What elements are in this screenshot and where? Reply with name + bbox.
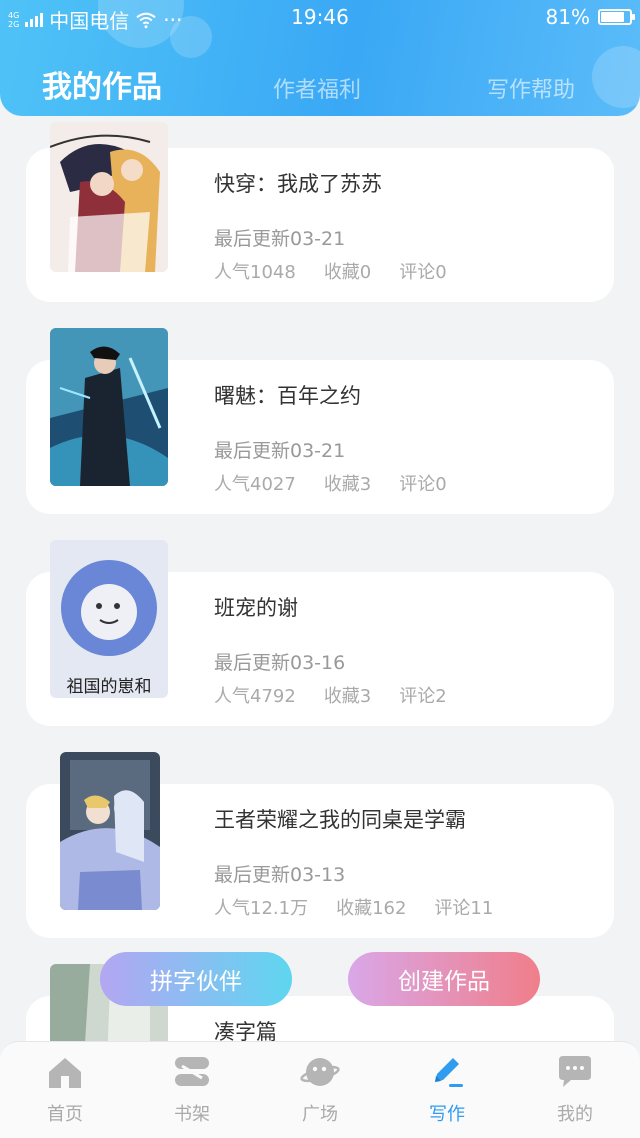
work-card[interactable]: 快穿：我成了苏苏 最后更新03-21 人气1048 收藏0 评论0 — [26, 122, 614, 302]
work-comments: 评论0 — [399, 474, 447, 495]
work-title: 王者荣耀之我的同桌是学霸 — [214, 808, 466, 832]
work-card[interactable]: 王者荣耀之我的同桌是学霸 最后更新03-13 人气12.1万 收藏162 评论1… — [26, 752, 614, 938]
work-title: 凑字篇 — [214, 1020, 277, 1041]
work-comments: 评论2 — [399, 686, 447, 707]
battery-icon — [598, 9, 635, 25]
work-popularity: 人气4792 — [214, 686, 296, 707]
nav-label: 写作 — [429, 1104, 465, 1125]
work-stats: 人气4792 收藏3 评论2 — [214, 682, 447, 708]
work-comments: 评论0 — [399, 262, 447, 283]
work-card[interactable]: 祖国的崽和 班宠的谢 最后更新03-16 人气4792 收藏3 评论2 — [26, 540, 614, 726]
work-cover-image[interactable] — [60, 752, 160, 910]
bottom-nav: 首页 书架 广场 写作 我的 — [0, 1041, 640, 1138]
nav-write[interactable]: 写作 — [397, 1054, 497, 1134]
nav-plaza[interactable]: 广场 — [270, 1054, 370, 1134]
nav-label: 广场 — [302, 1104, 338, 1125]
clock: 19:46 — [291, 5, 349, 29]
status-bar: 4G 2G 中国电信 ··· 19:46 81% — [0, 0, 640, 34]
work-last-updated: 最后更新03-13 — [214, 864, 346, 886]
work-cover-image[interactable]: 祖国的崽和 — [50, 540, 168, 698]
nav-label: 书架 — [174, 1104, 210, 1125]
tab-my-works[interactable]: 我的作品 — [42, 62, 162, 106]
work-card[interactable]: 曙魅：百年之约 最后更新03-21 人气4027 收藏3 评论0 — [26, 328, 614, 514]
home-icon — [49, 1058, 81, 1088]
work-cover-image[interactable] — [50, 328, 168, 486]
work-popularity: 人气4027 — [214, 474, 296, 495]
work-title: 曙魅：百年之约 — [214, 384, 361, 408]
header-tabs: 我的作品 作者福利 写作帮助 — [0, 58, 640, 108]
work-title: 班宠的谢 — [214, 596, 298, 620]
work-title: 快穿：我成了苏苏 — [214, 172, 382, 196]
work-favorites: 收藏0 — [323, 262, 372, 283]
chat-icon — [559, 1056, 591, 1087]
nav-home[interactable]: 首页 — [15, 1054, 115, 1134]
battery-percent: 81% — [545, 5, 590, 29]
works-list: 快穿：我成了苏苏 最后更新03-21 人气1048 收藏0 评论0 曙魅：百年之… — [0, 116, 640, 1041]
header: 4G 2G 中国电信 ··· 19:46 81% 我的作品 作者福利 写作帮助 — [0, 0, 640, 116]
writing-partner-button[interactable]: 拼字伙伴 — [100, 952, 292, 1006]
work-cover-image[interactable] — [50, 122, 168, 272]
nav-label: 首页 — [47, 1104, 83, 1125]
nav-mine[interactable]: 我的 — [525, 1054, 625, 1134]
nav-bookshelf[interactable]: 书架 — [142, 1054, 242, 1134]
work-favorites: 收藏3 — [323, 474, 372, 495]
create-work-button[interactable]: 创建作品 — [348, 952, 540, 1006]
work-popularity: 人气1048 — [214, 262, 296, 283]
work-stats: 人气12.1万 收藏162 评论11 — [214, 894, 493, 920]
tab-author-benefits[interactable]: 作者福利 — [273, 72, 361, 104]
tab-writing-help[interactable]: 写作帮助 — [487, 72, 575, 104]
nav-label: 我的 — [557, 1104, 593, 1125]
work-last-updated: 最后更新03-21 — [214, 440, 346, 462]
planet-icon — [300, 1058, 340, 1086]
work-last-updated: 最后更新03-16 — [214, 652, 346, 674]
work-stats: 人气4027 收藏3 评论0 — [214, 470, 447, 496]
work-comments: 评论11 — [434, 898, 494, 919]
work-popularity: 人气12.1万 — [214, 898, 309, 919]
work-last-updated: 最后更新03-21 — [214, 228, 346, 250]
cover-caption: 祖国的崽和 — [67, 677, 152, 697]
pen-icon — [435, 1058, 463, 1087]
bookshelf-icon — [175, 1057, 209, 1086]
work-favorites: 收藏162 — [336, 898, 407, 919]
work-stats: 人气1048 收藏0 评论0 — [214, 258, 447, 284]
work-favorites: 收藏3 — [323, 686, 372, 707]
